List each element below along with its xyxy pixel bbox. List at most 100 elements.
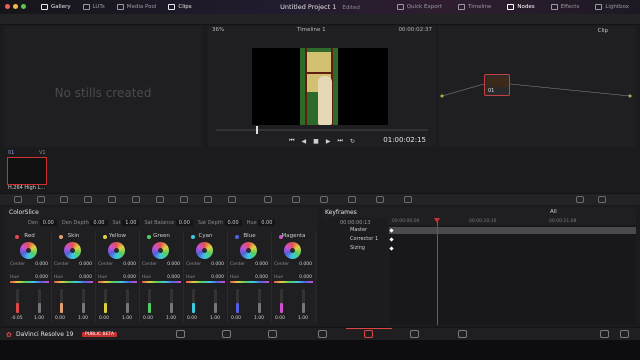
deliver-page-icon[interactable] [458, 330, 467, 338]
slice-density-slider[interactable] [16, 289, 19, 313]
slice-saturation-slider[interactable] [170, 289, 173, 313]
param-sat-value[interactable]: 1.00 [122, 220, 140, 226]
fairlight-page-icon[interactable] [410, 330, 419, 338]
slice-density-slider[interactable] [60, 289, 63, 313]
slice-center-value[interactable]: 0.000 [211, 262, 224, 267]
slice-density-slider[interactable] [236, 289, 239, 313]
param-hue-value[interactable]: 0.00 [258, 220, 276, 226]
tab-lightbox[interactable]: Lightbox [592, 2, 632, 12]
palette-icon[interactable] [598, 196, 606, 203]
palette-icon[interactable] [180, 196, 188, 203]
skip-forward-icon[interactable]: ⏭ [337, 137, 342, 145]
viewer-zoom[interactable]: 36% [212, 27, 224, 34]
slice-center-label: Center [142, 262, 158, 267]
slice-center-value[interactable]: 0.000 [299, 262, 312, 267]
slice-color-wheel[interactable] [284, 242, 301, 259]
step-back-icon[interactable]: ◀ [302, 138, 307, 145]
viewer-timeline-selector[interactable]: Timeline 1 [297, 27, 326, 34]
slice-color-wheel[interactable] [152, 242, 169, 259]
tab-nodes[interactable]: Nodes [504, 2, 537, 12]
tab-effects[interactable]: Effects [548, 2, 583, 12]
stop-icon[interactable]: ■ [313, 138, 319, 145]
keyframe-track-corrector[interactable]: Corrector 1 [322, 236, 388, 244]
slice-color-wheel[interactable] [240, 242, 257, 259]
slice-hue-value[interactable]: 0.000 [255, 275, 268, 280]
palette-icon[interactable] [60, 196, 68, 203]
color-node[interactable]: 01 [484, 74, 510, 96]
slice-hue-value[interactable]: 0.000 [167, 275, 180, 280]
fusion-page-icon[interactable] [318, 330, 327, 338]
palette-icon[interactable] [108, 196, 116, 203]
slice-density-slider[interactable] [148, 289, 151, 313]
tab-quick-export[interactable]: Quick Export [394, 2, 445, 12]
play-icon[interactable]: ▶ [326, 138, 331, 145]
slice-hue-value[interactable]: 0.000 [79, 275, 92, 280]
slice-column: Cyan Center 0.000 Hue 0.000 0.00 1.00 [184, 231, 228, 323]
param-den-value[interactable]: 0.00 [39, 220, 57, 226]
slice-center-value[interactable]: 0.000 [35, 262, 48, 267]
palette-icon[interactable] [264, 196, 272, 203]
palette-icon[interactable] [404, 196, 412, 203]
tab-timeline[interactable]: Timeline [455, 2, 494, 12]
settings-gear-icon[interactable] [620, 330, 629, 338]
palette-icon[interactable] [84, 196, 92, 203]
slice-saturation-slider[interactable] [258, 289, 261, 313]
slice-center-value[interactable]: 0.000 [123, 262, 136, 267]
keyframe-marker[interactable] [389, 237, 394, 242]
param-den-depth-value[interactable]: 0.00 [90, 220, 108, 226]
palette-icon[interactable] [156, 196, 164, 203]
skip-back-icon[interactable]: ⏮ [289, 137, 294, 145]
home-icon[interactable] [600, 330, 609, 338]
slice-saturation-slider[interactable] [38, 289, 41, 313]
slice-color-wheel[interactable] [196, 242, 213, 259]
slice-saturation-slider[interactable] [126, 289, 129, 313]
slice-column: Skin Center 0.000 Hue 0.000 0.00 1.00 [52, 231, 96, 323]
slice-saturation-slider[interactable] [302, 289, 305, 313]
param-sat-balance-value[interactable]: 0.00 [175, 220, 193, 226]
slice-density-slider[interactable] [104, 289, 107, 313]
slice-center-value[interactable]: 0.000 [255, 262, 268, 267]
slice-hue-value[interactable]: 0.000 [123, 275, 136, 280]
palette-icon[interactable] [376, 196, 384, 203]
slice-hue-value[interactable]: 0.000 [35, 275, 48, 280]
keyframes-filter[interactable]: All [550, 209, 557, 215]
palette-icon[interactable] [204, 196, 212, 203]
palette-icon[interactable] [348, 196, 356, 203]
palette-icon[interactable] [320, 196, 328, 203]
color-page-icon[interactable] [364, 330, 373, 338]
media-page-icon[interactable] [176, 330, 185, 338]
viewer-image[interactable] [252, 48, 388, 125]
slice-color-wheel[interactable] [20, 242, 37, 259]
slice-hue-value[interactable]: 0.000 [299, 275, 312, 280]
playhead[interactable] [256, 126, 258, 134]
keyframe-marker[interactable] [389, 246, 394, 251]
palette-icon[interactable] [14, 196, 22, 203]
slice-color-wheel[interactable] [108, 242, 125, 259]
slice-saturation-slider[interactable] [214, 289, 217, 313]
person-silhouette [318, 76, 332, 125]
palette-icon[interactable] [37, 196, 45, 203]
slice-center-value[interactable]: 0.000 [79, 262, 92, 267]
keyframe-track-master[interactable]: Master [322, 227, 388, 235]
keyframe-playhead-cap[interactable] [434, 218, 440, 223]
palette-icon[interactable] [132, 196, 140, 203]
palette-icon[interactable] [228, 196, 236, 203]
slice-center-value[interactable]: 0.000 [167, 262, 180, 267]
slice-saturation-slider[interactable] [82, 289, 85, 313]
keyframe-track-sizing[interactable]: Sizing [322, 245, 388, 253]
edit-page-icon[interactable] [268, 330, 277, 338]
keyframe-timeline[interactable]: 00:00:00:00 00:00:10:16 00:00:21:08 [389, 218, 636, 325]
param-sat-depth-value[interactable]: 0.00 [224, 220, 242, 226]
scrub-bar[interactable] [216, 126, 428, 134]
slice-hue-value[interactable]: 0.000 [211, 275, 224, 280]
slice-color-wheel[interactable] [64, 242, 81, 259]
slider-value: 0.00 [143, 316, 154, 321]
palette-icon[interactable] [576, 196, 584, 203]
cut-page-icon[interactable] [222, 330, 231, 338]
palette-icon[interactable] [292, 196, 300, 203]
keyframe-playhead[interactable] [437, 218, 438, 325]
clip-thumbnail[interactable]: H.264 High L... [7, 157, 47, 191]
loop-icon[interactable]: ↻ [350, 138, 355, 145]
slice-density-slider[interactable] [192, 289, 195, 313]
slice-density-slider[interactable] [280, 289, 283, 313]
